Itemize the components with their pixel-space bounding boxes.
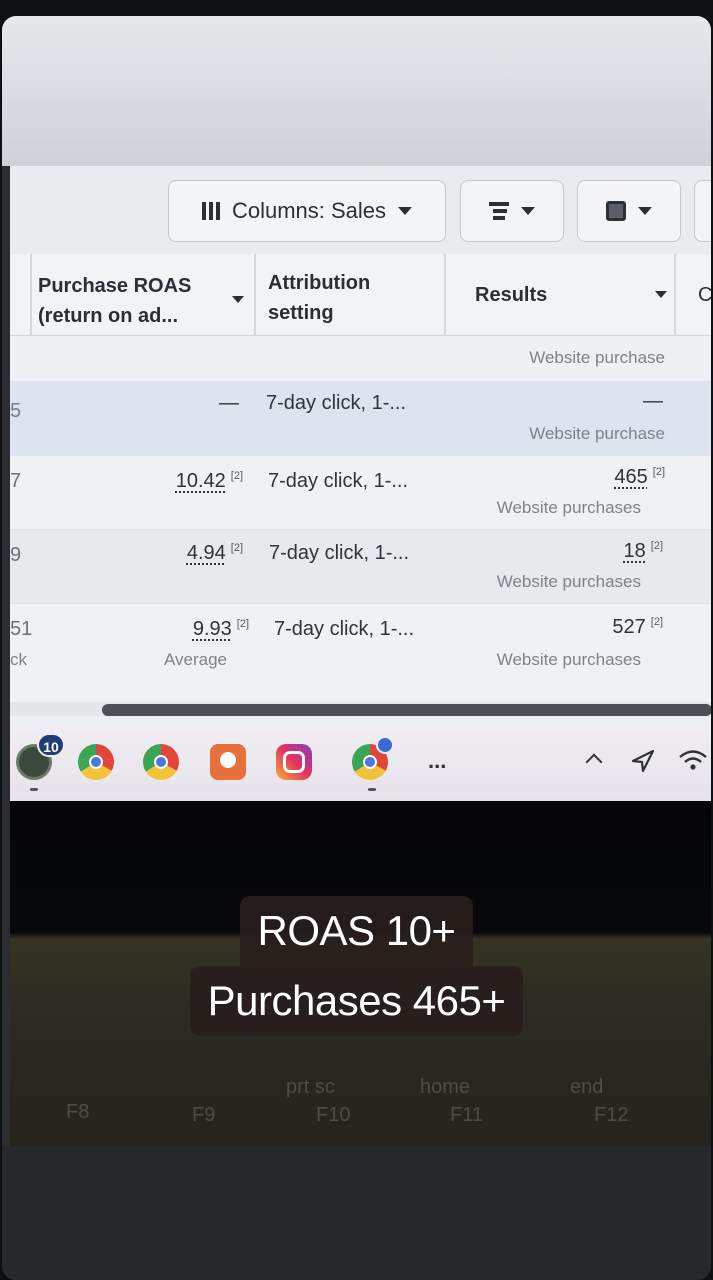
column-header-purchase-roas[interactable]: Purchase ROAS (return on ad...	[38, 254, 248, 336]
chevron-up-icon[interactable]	[585, 753, 603, 771]
footnote-marker: [2]	[230, 470, 243, 483]
navigation-arrow-icon	[631, 749, 655, 773]
sort-caret-icon	[232, 296, 244, 303]
column-header-results[interactable]: Results	[475, 254, 667, 336]
chrome-icon[interactable]	[143, 744, 179, 780]
table-row-summary[interactable]: 51 ck 9.93 [2] Average 7-day click, 1-...…	[10, 604, 711, 702]
ads-manager-screen: Columns: Sales Purchase ROAS (return on …	[10, 166, 711, 801]
more-apps-icon[interactable]: ...	[428, 748, 446, 774]
table-toolbar: Columns: Sales	[10, 166, 711, 254]
table-header: Purchase ROAS (return on ad... Attributi…	[10, 254, 711, 336]
roas-value[interactable]: 4.94	[187, 542, 226, 564]
table-row[interactable]: 9 4.94 [2] 7-day click, 1-... 18 [2] Websi…	[10, 530, 711, 604]
scrollbar-thumb[interactable]	[102, 704, 711, 716]
instagram-icon[interactable]	[276, 744, 312, 780]
results-value[interactable]: 18	[624, 540, 646, 562]
results-value[interactable]: 465	[614, 466, 647, 488]
breakdown-button[interactable]	[460, 180, 564, 242]
breakdown-icon	[489, 202, 509, 220]
footnote-marker: [2]	[236, 618, 249, 631]
roas-value[interactable]: 10.42	[176, 470, 226, 492]
report-icon	[606, 201, 626, 221]
story-bottom-area	[2, 1146, 711, 1280]
story-caption: ROAS 10+ Purchases 465+	[2, 896, 711, 1036]
footnote-marker: [2]	[650, 540, 663, 553]
results-value[interactable]: 527	[612, 616, 645, 638]
whatsapp-icon[interactable]: 10	[16, 733, 65, 780]
footnote-marker: [2]	[650, 616, 663, 629]
caption-line-purchases: Purchases 465+	[189, 966, 524, 1036]
table-row[interactable]: 7 10.42 [2] 7-day click, 1-... 465 [2] Web…	[10, 456, 711, 530]
sort-caret-icon	[655, 291, 667, 298]
columns-label: Columns: Sales	[231, 198, 387, 223]
top-fade	[2, 16, 711, 166]
columns-button[interactable]: Columns: Sales	[168, 180, 446, 242]
chrome-profile-icon[interactable]	[352, 736, 394, 780]
wifi-icon[interactable]	[678, 748, 708, 772]
column-header-cut-off[interactable]: C	[698, 254, 711, 336]
story-frame: Columns: Sales Purchase ROAS (return on …	[2, 16, 711, 1280]
download-app-icon[interactable]	[210, 744, 246, 780]
toolbar-overflow-button[interactable]	[694, 180, 711, 242]
notification-badge: 10	[37, 733, 65, 757]
reports-button[interactable]	[577, 180, 681, 242]
roas-value[interactable]: 9.93	[193, 618, 232, 640]
active-indicator	[368, 788, 376, 791]
chevron-down-icon	[521, 207, 535, 215]
chevron-down-icon	[398, 207, 413, 215]
columns-icon	[201, 202, 220, 220]
footnote-marker: [2]	[652, 466, 665, 479]
taskbar: 10 ...	[10, 726, 711, 801]
footnote-marker: [2]	[230, 542, 243, 555]
active-indicator	[30, 788, 38, 791]
table-row[interactable]: 5 — 7-day click, 1-... — Website purchas…	[10, 382, 711, 456]
caption-line-roas: ROAS 10+	[239, 896, 474, 966]
column-header-attribution[interactable]: Attribution setting	[268, 254, 448, 336]
chevron-down-icon	[638, 207, 652, 215]
table-row[interactable]: Website purchase	[10, 336, 711, 382]
chrome-icon[interactable]	[78, 744, 114, 780]
